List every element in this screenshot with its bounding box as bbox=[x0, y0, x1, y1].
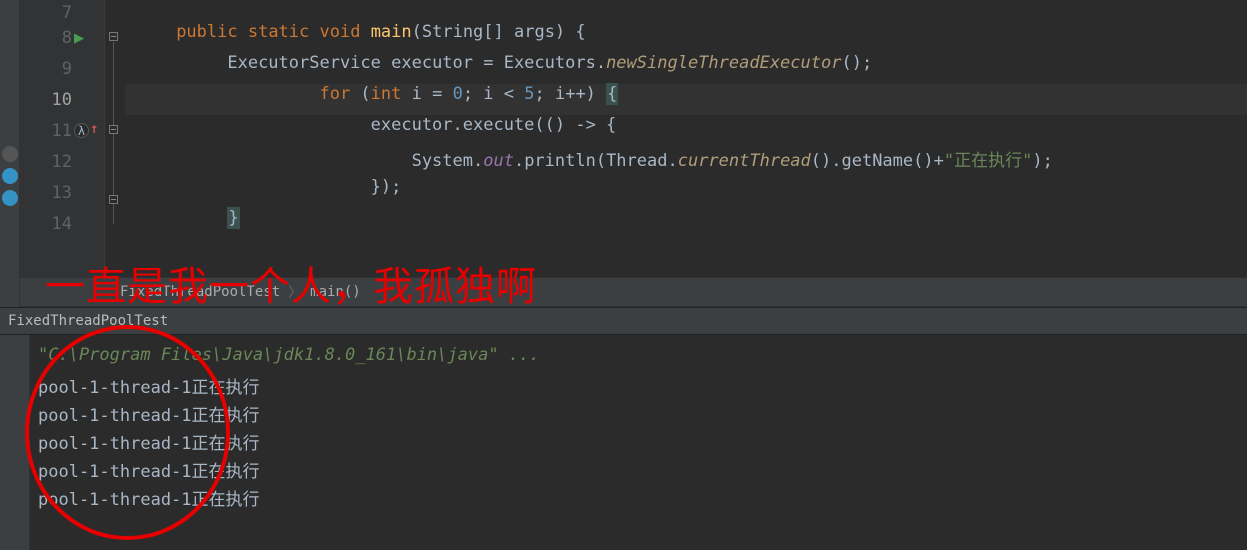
code-line[interactable]: executor.execute(() -> { bbox=[125, 115, 1247, 146]
run-gutter-icon[interactable]: ▶ bbox=[74, 28, 84, 48]
tool-icon[interactable] bbox=[2, 190, 18, 206]
console-line: pool-1-thread-1正在执行 bbox=[38, 485, 1239, 513]
tool-icon[interactable] bbox=[2, 168, 18, 184]
code-line[interactable]: }); bbox=[125, 177, 1247, 208]
console-line: pool-1-thread-1正在执行 bbox=[38, 457, 1239, 485]
line-number: 13 bbox=[20, 177, 104, 208]
console-line: pool-1-thread-1正在执行 bbox=[38, 429, 1239, 457]
line-number: 7 bbox=[20, 4, 104, 22]
console-line: "C:\Program Files\Java\jdk1.8.0_161\bin\… bbox=[38, 345, 1239, 373]
overlay-annotation-text: 一直是我一个人，我孤独啊 bbox=[45, 254, 537, 312]
lambda-gutter-icon[interactable]: λ bbox=[74, 123, 89, 138]
fold-toggle-icon[interactable] bbox=[109, 195, 118, 204]
code-line[interactable]: } bbox=[125, 208, 1247, 239]
run-config-label: FixedThreadPoolTest bbox=[8, 313, 168, 329]
line-number: 11 λ ↑ bbox=[20, 115, 104, 146]
code-line[interactable]: System.out.println(Thread.currentThread(… bbox=[125, 146, 1247, 177]
recursive-arrow-icon: ↑ bbox=[90, 121, 98, 137]
line-number: 12 bbox=[20, 146, 104, 177]
code-line[interactable]: for (int i = 0; i < 5; i++) { bbox=[125, 84, 1247, 115]
fold-toggle-icon[interactable] bbox=[109, 125, 118, 134]
console-line: pool-1-thread-1正在执行 bbox=[38, 373, 1239, 401]
tool-icon[interactable] bbox=[2, 146, 18, 162]
matched-brace: { bbox=[606, 83, 618, 105]
fold-toggle-icon[interactable] bbox=[109, 32, 118, 41]
line-number: 14 bbox=[20, 208, 104, 239]
line-number: 8 ▶ bbox=[20, 22, 104, 53]
line-number: 10 bbox=[20, 84, 104, 115]
console-line: pool-1-thread-1正在执行 bbox=[38, 401, 1239, 429]
code-line[interactable]: public static void main(String[] args) { bbox=[125, 22, 1247, 53]
code-line[interactable]: ExecutorService executor = Executors.new… bbox=[125, 53, 1247, 84]
matched-brace: } bbox=[227, 207, 239, 229]
console-toolbar bbox=[0, 335, 30, 550]
console-output[interactable]: "C:\Program Files\Java\jdk1.8.0_161\bin\… bbox=[30, 335, 1247, 550]
code-line[interactable] bbox=[125, 4, 1247, 22]
line-number: 9 bbox=[20, 53, 104, 84]
